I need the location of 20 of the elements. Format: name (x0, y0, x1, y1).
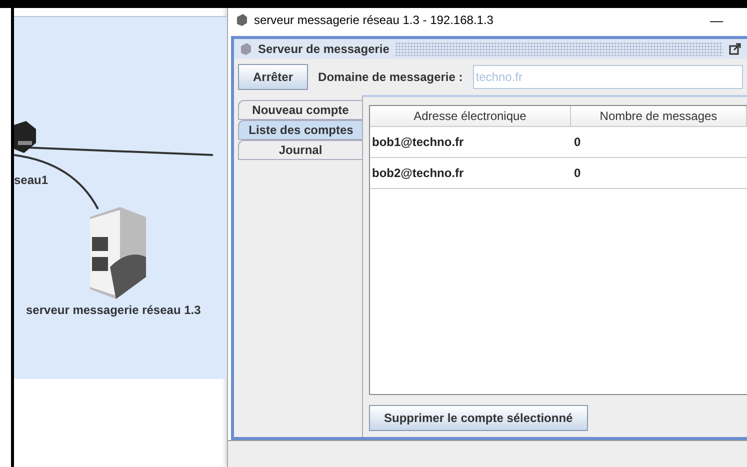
column-header[interactable]: Adresse électronique (370, 106, 571, 126)
table-cell-text: bob2@techno.fr (371, 165, 465, 182)
table-cell-text: bob1@techno.fr (371, 134, 465, 151)
window-title: serveur messagerie réseau 1.3 - 192.168.1.3 (254, 13, 494, 27)
maximize-icon[interactable] (729, 43, 741, 55)
stop-button[interactable]: Arrêter (238, 64, 308, 90)
frame-title: Serveur de messagerie (258, 42, 390, 56)
domain-label: Domaine de messagerie : (318, 70, 463, 84)
node-label: serveur messagerie réseau 1.3 (26, 303, 201, 317)
tab[interactable]: Liste des comptes (238, 120, 363, 140)
minimize-button[interactable]: — (710, 12, 723, 28)
tab[interactable]: Journal (238, 140, 362, 160)
network-switch-icon (14, 121, 36, 153)
tab[interactable]: Nouveau compte (238, 100, 362, 120)
table-cell-text: 0 (573, 134, 582, 151)
column-header[interactable]: Nombre de messages (571, 106, 747, 126)
node-label: seau1 (14, 173, 48, 187)
delete-account-button[interactable]: Supprimer le compte sélectionné (369, 405, 588, 431)
domain-field[interactable]: techno.fr (472, 65, 743, 89)
table-cell-text: 0 (573, 165, 582, 182)
